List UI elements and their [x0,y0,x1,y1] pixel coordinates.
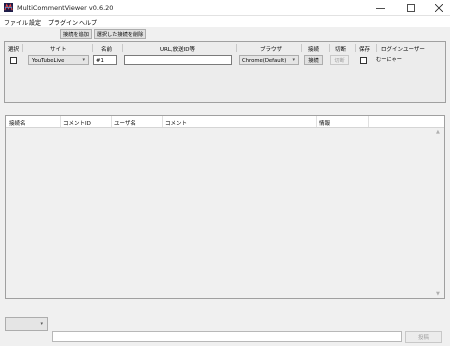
menu-plugins[interactable]: プラグイン [48,18,78,27]
connect-button[interactable]: 接続 [304,55,323,65]
column-separator [111,116,112,127]
column-separator [301,44,302,52]
header-url: URL,放送ID等 [160,47,196,53]
menu-file[interactable]: ファイル [4,18,28,27]
comment-list-header: 接続名 コメントID ユーザ名 コメント 情報 [6,116,444,128]
chevron-down-icon: ▾ [292,57,295,63]
column-separator [92,44,93,52]
header-name: 名前 [101,47,113,53]
column-separator [60,116,61,127]
column-separator [316,116,317,127]
minimize-button[interactable] [366,0,394,16]
menu-help[interactable]: ヘルプ [79,18,97,27]
add-connection-button[interactable]: 接続を追加 [60,29,92,39]
menu-settings[interactable]: 設定 [29,18,41,27]
comment-list[interactable]: 接続名 コメントID ユーザ名 コメント 情報 ▲ ▼ [5,115,445,299]
header-user-name[interactable]: ユーザ名 [114,119,136,127]
user-select[interactable]: ▾ [5,317,48,331]
header-comment[interactable]: コメント [165,119,187,127]
post-button[interactable]: 投稿 [405,331,442,343]
column-separator [236,44,237,52]
header-save: 保存 [359,47,371,53]
disconnect-button[interactable]: 切断 [330,55,349,65]
remove-selected-connection-button[interactable]: 選択した接続を削除 [94,29,146,39]
url-field[interactable] [124,55,232,65]
header-comment-id[interactable]: コメントID [63,119,91,127]
site-select[interactable]: YouTubeLive ▾ [28,55,89,65]
select-checkbox[interactable] [10,57,17,64]
column-separator [22,44,23,52]
header-login-user: ログインユーザー [381,47,425,53]
column-separator [355,44,356,52]
menu-bar: ファイル 設定 プラグイン ヘルプ [0,16,450,27]
maximize-button[interactable] [397,0,425,16]
name-field-value: #1 [96,57,104,64]
column-separator [122,44,123,52]
site-select-value: YouTubeLive [32,57,65,64]
window-title: MultiCommentViewer v0.6.20 [17,4,114,12]
title-bar: MultiCommentViewer v0.6.20 [0,0,450,16]
column-separator [162,116,163,127]
column-separator [376,44,377,52]
chevron-down-icon: ▾ [40,321,43,327]
app-icon [4,3,13,12]
chevron-down-icon: ▾ [82,57,85,63]
login-user: むーにゃー [376,57,402,63]
name-field[interactable]: #1 [93,55,117,65]
header-select: 選択 [8,47,20,53]
header-connection-name[interactable]: 接続名 [9,119,26,127]
scroll-down-icon[interactable]: ▼ [436,291,440,297]
save-checkbox[interactable] [360,57,367,64]
close-button[interactable] [425,0,450,16]
connection-panel: 選択 サイト 名前 URL,放送ID等 ブラウザ 接続 切断 保存 ログインユー… [4,41,446,103]
maximize-icon [407,4,415,12]
column-separator [329,44,330,52]
scroll-up-icon[interactable]: ▲ [436,129,440,135]
header-disconnect: 切断 [335,47,347,53]
column-separator [368,116,369,127]
close-icon [435,4,443,12]
comment-input[interactable] [52,331,402,342]
browser-select[interactable]: Chrome(Default) ▾ [239,55,299,65]
browser-select-value: Chrome(Default) [242,57,287,64]
header-connect: 接続 [308,47,320,53]
vertical-scrollbar[interactable]: ▲ ▼ [434,128,444,298]
header-info[interactable]: 情報 [319,119,330,127]
header-browser: ブラウザ [260,47,283,53]
header-site: サイト [50,47,67,53]
minimize-icon [375,7,385,9]
